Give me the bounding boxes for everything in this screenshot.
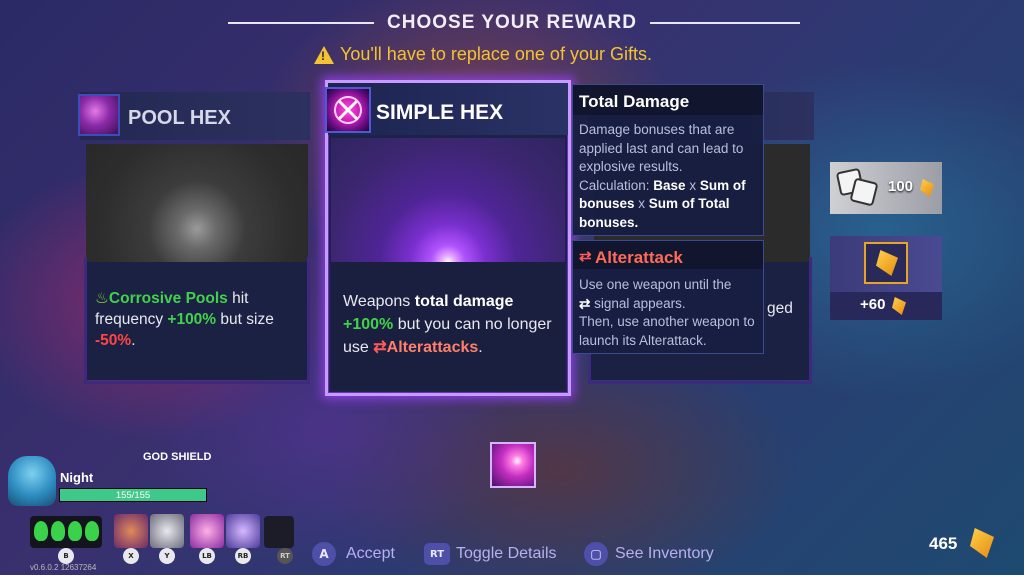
- dice-icon-2: [849, 177, 879, 207]
- fang-icon: [876, 250, 898, 276]
- potion-icon: [34, 521, 48, 541]
- skill-slot-rb[interactable]: [226, 514, 260, 548]
- weapon-slot-x[interactable]: [114, 514, 148, 548]
- alterattack-icon: ⇄: [579, 248, 592, 265]
- warning-icon: [314, 45, 334, 64]
- tooltip-base: Base: [653, 177, 686, 193]
- desc-partial-text: ged: [767, 300, 793, 317]
- currency-count: 465: [929, 534, 958, 553]
- potion-slot[interactable]: [30, 516, 102, 548]
- reward-card-simple-hex[interactable]: SIMPLE HEX Weapons total damage +100% but…: [325, 80, 571, 396]
- accept-key-icon: A: [312, 542, 336, 566]
- hex-gift-icon[interactable]: [490, 442, 536, 488]
- dice-cost: 100: [888, 178, 914, 195]
- tooltip-title: Total Damage: [579, 92, 690, 111]
- signal-icon: ⇄: [579, 295, 591, 311]
- version-text: v0.6.0.2 12637264: [30, 563, 97, 572]
- tooltip-body-b: signal appears.: [594, 295, 686, 311]
- skill-slot-lb[interactable]: [190, 514, 224, 548]
- desc-malus: -50%: [95, 332, 132, 349]
- card-title: SIMPLE HEX: [376, 101, 504, 124]
- accept-button[interactable]: Accept: [346, 545, 395, 563]
- tooltip-title: Alterattack: [595, 248, 683, 267]
- simple-hex-icon: [325, 87, 371, 133]
- desc-part-a: Weapons: [343, 293, 415, 310]
- desc-term: total damage: [414, 293, 514, 310]
- warning-text: You'll have to replace one of your Gifts…: [340, 44, 652, 64]
- skill-slot-rt[interactable]: [264, 516, 294, 548]
- desc-term: Corrosive Pools: [108, 290, 228, 307]
- page-title: CHOOSE YOUR REWARD: [387, 12, 637, 33]
- desc-link: Alterattacks: [386, 339, 479, 356]
- slot-lb-key: LB: [199, 548, 215, 564]
- weapon-slot-y[interactable]: [150, 514, 184, 548]
- tooltip-x2: x: [634, 196, 649, 211]
- tooltip-x1: x: [685, 177, 700, 193]
- acid-icon: ♨: [95, 290, 109, 307]
- fang-bonus-bar: [830, 292, 942, 320]
- tooltip-body-a: Damage bonuses that are applied last and…: [579, 122, 744, 174]
- potion-icon: [51, 521, 65, 541]
- dice-reward[interactable]: 100: [830, 162, 942, 214]
- toggle-details-button[interactable]: Toggle Details: [456, 545, 557, 563]
- header-line-left: [228, 22, 374, 24]
- desc-bonus: +100%: [343, 316, 394, 333]
- fang-icon-frame: [864, 242, 908, 284]
- hex-x-glyph: [334, 96, 362, 124]
- card-description: ♨Corrosive Pools hit frequency +100% but…: [87, 262, 307, 380]
- tooltip-body-b: Calculation:: [579, 177, 654, 193]
- tooltip-body: Damage bonuses that are applied last and…: [579, 121, 761, 232]
- tooltip-alterattack: ⇄ Alterattack Use one weapon until the ⇄…: [572, 240, 764, 354]
- tooltip-body-c: Then, use another weapon to launch its A…: [579, 314, 755, 348]
- tooltip-body: Use one weapon until the ⇄ signal appear…: [579, 276, 761, 350]
- alterattack-icon: ⇄: [373, 339, 387, 356]
- slot-rb-key: RB: [235, 548, 251, 564]
- slot-x-key: X: [123, 548, 139, 564]
- player-name: Night: [60, 470, 94, 485]
- card-art: [331, 138, 565, 262]
- fang-bonus: +60: [860, 296, 886, 313]
- tooltip-total-damage: Total Damage Damage bonuses that are app…: [572, 84, 764, 236]
- potion-icon: [85, 521, 99, 541]
- health-bar: 155/155: [59, 488, 207, 502]
- inventory-key-icon: ▢: [584, 542, 608, 566]
- desc-bonus: +100%: [167, 311, 217, 328]
- desc-part-c: .: [478, 339, 483, 356]
- header-line-right: [650, 22, 800, 24]
- see-inventory-button[interactable]: See Inventory: [615, 545, 714, 563]
- potion-key: B: [58, 548, 74, 564]
- fang-reward[interactable]: +60: [830, 236, 942, 320]
- fang-icon: [920, 179, 934, 197]
- potion-icon: [68, 521, 82, 541]
- toggle-key-icon: RT: [424, 543, 450, 565]
- portrait-avatar: [8, 456, 56, 506]
- god-shield-label: GOD SHIELD: [143, 451, 212, 463]
- health-text: 155/155: [115, 490, 151, 501]
- desc-part-c: .: [131, 332, 136, 349]
- reward-card-pool-hex[interactable]: POOL HEX ♨Corrosive Pools hit frequency …: [78, 92, 310, 384]
- card-description: Weapons total damage +100% but you can no…: [331, 262, 565, 390]
- tooltip-body-a: Use one weapon until the: [579, 277, 732, 292]
- desc-part-b: but size: [216, 311, 274, 328]
- replace-warning: You'll have to replace one of your Gifts…: [314, 44, 714, 65]
- pool-hex-icon: [78, 94, 120, 136]
- slot-y-key: Y: [159, 548, 175, 564]
- card-title: POOL HEX: [128, 107, 231, 129]
- fang-currency-icon: [970, 528, 994, 558]
- slot-rt-key: RT: [277, 548, 293, 564]
